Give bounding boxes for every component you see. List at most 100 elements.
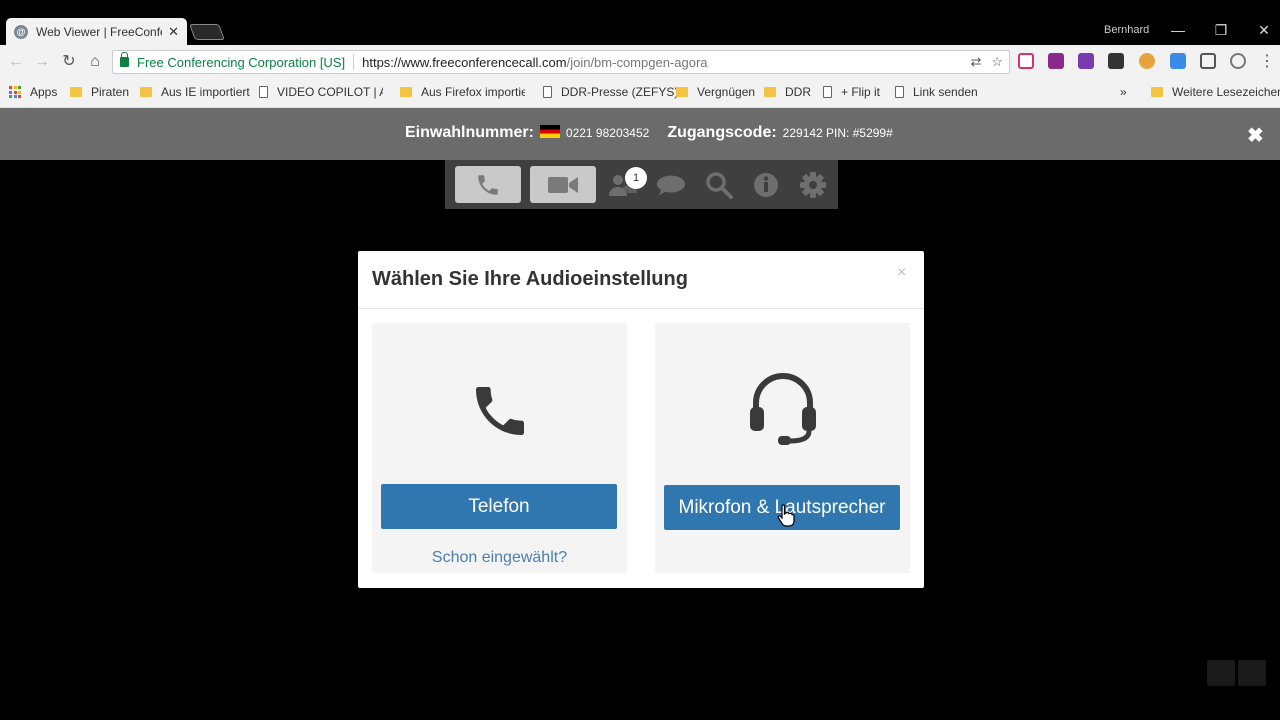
access-code-value: 229142 PIN: #5299# bbox=[782, 126, 893, 140]
url-path: /join/bm-compgen-agora bbox=[566, 54, 708, 70]
divider bbox=[358, 308, 924, 309]
window-titlebar: @ Web Viewer | FreeConfere ✕ Bernhard — … bbox=[0, 0, 1280, 45]
address-bar[interactable]: Free Conferencing Corporation [US] https… bbox=[112, 50, 1010, 74]
bookmark-label: Aus IE importiert bbox=[161, 85, 250, 99]
mic-speaker-option-card: Mikrofon & Lautsprecher bbox=[655, 323, 910, 573]
extension-icon[interactable] bbox=[1108, 53, 1124, 69]
folder-icon bbox=[764, 87, 776, 97]
forward-icon[interactable]: → bbox=[32, 52, 52, 72]
chat-button[interactable] bbox=[656, 172, 686, 198]
pocket-extension-icon[interactable] bbox=[1018, 53, 1034, 69]
page-icon bbox=[895, 86, 904, 98]
cast-icon[interactable] bbox=[1200, 53, 1216, 69]
bookmark-page[interactable]: Link senden bbox=[895, 85, 978, 99]
onenote-extension-icon[interactable] bbox=[1078, 53, 1094, 69]
restore-icon[interactable]: ❐ bbox=[1211, 20, 1231, 40]
video-icon bbox=[548, 176, 578, 193]
already-dialed-link[interactable]: Schon eingewählt? bbox=[372, 549, 627, 567]
search-icon bbox=[706, 172, 733, 199]
tab-close-icon[interactable]: ✕ bbox=[168, 24, 179, 40]
back-icon[interactable]: ← bbox=[6, 52, 26, 72]
bookmark-apps[interactable]: Apps bbox=[9, 85, 57, 99]
bookmark-folder[interactable]: Aus Firefox importier bbox=[400, 85, 525, 99]
bookmark-folder[interactable]: Aus IE importiert bbox=[140, 85, 250, 99]
home-icon[interactable]: ⌂ bbox=[85, 52, 105, 72]
dialog-title: Wählen Sie Ihre Audioeinstellung bbox=[372, 268, 688, 290]
page-icon bbox=[543, 86, 552, 98]
bookmark-label: + Flip it bbox=[841, 85, 881, 99]
menu-icon[interactable]: ⋮ bbox=[1257, 52, 1277, 72]
germany-flag-icon bbox=[539, 125, 560, 138]
bookmark-label: Piraten bbox=[91, 85, 130, 99]
bookmark-label: DDR-Presse (ZEFYS) bbox=[561, 85, 679, 99]
pause-button[interactable] bbox=[1207, 660, 1235, 686]
bookmark-label: Aus Firefox importier bbox=[421, 85, 525, 99]
bookmarks-bar: Apps Piraten Aus IE importiert VIDEO COP… bbox=[0, 78, 1280, 108]
bookmark-folder[interactable]: Weitere Lesezeichen bbox=[1151, 85, 1280, 99]
headset-icon bbox=[749, 373, 816, 445]
fullscreen-button[interactable] bbox=[1238, 660, 1266, 686]
reload-icon[interactable]: ↻ bbox=[59, 52, 79, 72]
extension-icon[interactable] bbox=[1139, 53, 1155, 69]
star-icon[interactable]: ☆ bbox=[991, 54, 1003, 70]
extension-icon[interactable] bbox=[1048, 53, 1064, 69]
folder-icon bbox=[400, 87, 412, 97]
telefon-button[interactable]: Telefon bbox=[381, 484, 617, 529]
hand-cursor-icon bbox=[777, 504, 795, 527]
participants-count-badge: 1 bbox=[625, 167, 647, 189]
info-icon bbox=[754, 173, 778, 197]
page-icon bbox=[259, 86, 268, 98]
apps-icon bbox=[9, 86, 21, 98]
phone-option-card: Telefon Schon eingewählt? bbox=[372, 323, 627, 573]
translate-icon[interactable]: ⇄ bbox=[970, 54, 981, 70]
chat-icon bbox=[656, 175, 686, 196]
bookmark-label: DDR bbox=[785, 85, 811, 99]
settings-icon bbox=[800, 172, 826, 198]
bookmark-page[interactable]: VIDEO COPILOT | Afte bbox=[259, 85, 383, 99]
tab-title: Web Viewer | FreeConfere bbox=[36, 24, 162, 39]
bookmark-folder[interactable]: Piraten bbox=[70, 85, 129, 99]
phone-button[interactable] bbox=[455, 166, 521, 203]
new-tab-button[interactable] bbox=[189, 24, 225, 40]
browser-toolbar: ← → ↻ ⌂ Free Conferencing Corporation [U… bbox=[0, 45, 1280, 78]
bookmark-label: VIDEO COPILOT | Afte bbox=[277, 85, 383, 99]
dialin-label: Einwahlnummer: bbox=[405, 124, 534, 141]
lock-icon bbox=[120, 52, 129, 67]
page-icon bbox=[823, 86, 832, 98]
bookmarks-overflow-icon[interactable]: » bbox=[1120, 85, 1127, 99]
bookmark-label: Link senden bbox=[913, 85, 978, 99]
extension-icon[interactable] bbox=[1170, 53, 1186, 69]
bookmark-page[interactable]: + Flip it bbox=[823, 85, 880, 99]
minimize-icon[interactable]: — bbox=[1168, 20, 1188, 40]
close-icon[interactable]: ✖ bbox=[1247, 123, 1264, 148]
bookmark-label: Weitere Lesezeichen bbox=[1172, 85, 1280, 99]
dialin-number: 0221 98203452 bbox=[565, 126, 650, 140]
site-favicon-icon: @ bbox=[14, 24, 28, 39]
folder-icon bbox=[1151, 87, 1163, 97]
profile-name[interactable]: Bernhard bbox=[1104, 24, 1149, 36]
audio-settings-dialog: Wählen Sie Ihre Audioeinstellung × Telef… bbox=[358, 251, 924, 588]
folder-icon bbox=[70, 87, 82, 97]
dialin-bar: Einwahlnummer: 0221 98203452 Zugangscode… bbox=[0, 108, 1280, 160]
browser-tab[interactable]: @ Web Viewer | FreeConfere ✕ bbox=[6, 18, 187, 45]
close-window-icon[interactable]: ✕ bbox=[1254, 20, 1274, 40]
dialog-close-icon[interactable]: × bbox=[897, 264, 906, 282]
bookmark-label: Vergnügen bbox=[697, 85, 756, 99]
bookmark-page[interactable]: DDR-Presse (ZEFYS) bbox=[543, 85, 678, 99]
info-button[interactable] bbox=[751, 172, 781, 198]
org-name: Free Conferencing Corporation [US] bbox=[137, 54, 346, 70]
phone-icon bbox=[475, 387, 524, 435]
settings-button[interactable] bbox=[798, 172, 828, 198]
video-button[interactable] bbox=[530, 166, 596, 203]
extension-icon[interactable] bbox=[1230, 53, 1246, 69]
folder-icon bbox=[676, 87, 688, 97]
folder-icon bbox=[140, 87, 152, 97]
bookmark-folder[interactable]: Vergnügen bbox=[676, 85, 755, 99]
bookmark-label: Apps bbox=[30, 85, 58, 99]
bookmark-folder[interactable]: DDR bbox=[764, 85, 811, 99]
phone-icon bbox=[478, 174, 498, 195]
search-button[interactable] bbox=[704, 172, 734, 199]
access-code-label: Zugangscode: bbox=[667, 124, 777, 141]
divider bbox=[353, 54, 355, 70]
url-host: https://www.freeconferencecall.com bbox=[362, 54, 567, 70]
